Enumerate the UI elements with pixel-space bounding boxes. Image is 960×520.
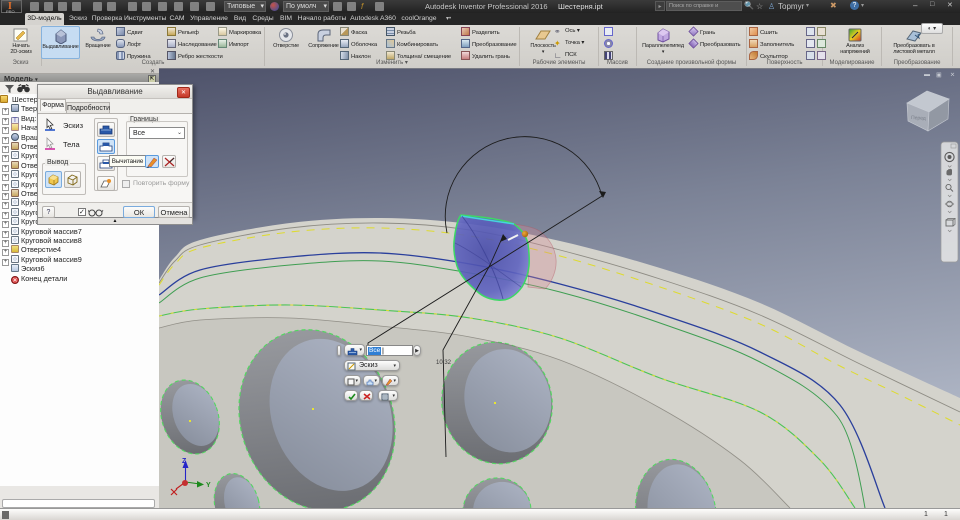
svg-text:✕: ✕ [950,73,955,79]
svg-text:▬: ▬ [924,72,930,78]
svg-text:10,32: 10,32 [436,360,452,366]
svg-text:Перед: Перед [911,115,926,122]
svg-text:▣: ▣ [936,73,942,79]
svg-text:Y: Y [206,482,211,489]
svg-text:Z: Z [182,458,187,465]
